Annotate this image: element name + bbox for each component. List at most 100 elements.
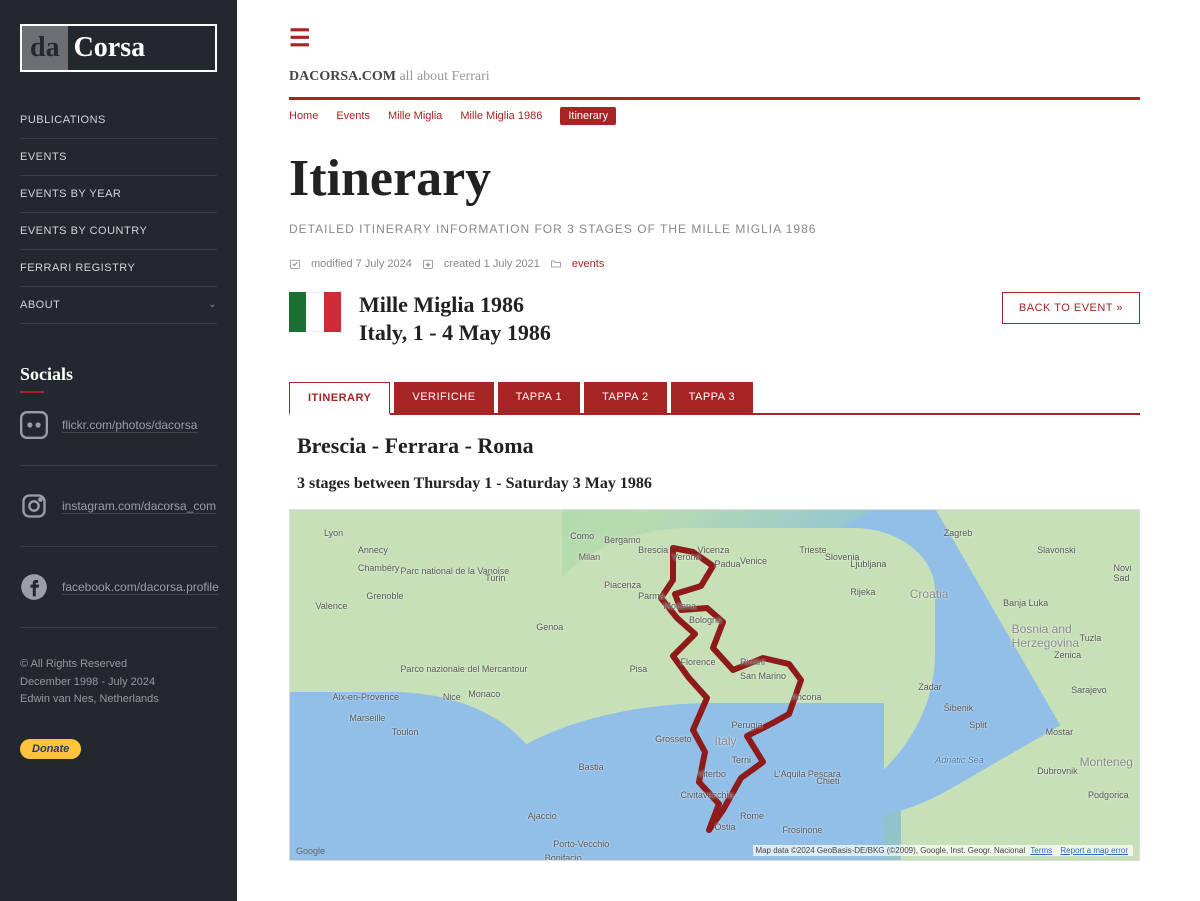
logo[interactable]: da Corsa (20, 24, 217, 72)
hamburger-icon[interactable]: ☰ (289, 24, 1140, 53)
tab-tappa-2[interactable]: TAPPA 2 (584, 382, 667, 413)
meta-row: modified 7 July 2024 created 1 July 2021… (289, 258, 1140, 270)
map-terms-link[interactable]: Terms (1030, 846, 1052, 855)
facebook-icon (20, 573, 48, 601)
breadcrumb: Home Events Mille Miglia Mille Miglia 19… (289, 100, 1140, 135)
map-credit-right: Map data ©2024 GeoBasis-DE/BKG (©2009), … (753, 845, 1133, 856)
page-subtitle: DETAILED ITINERARY INFORMATION FOR 3 STA… (289, 222, 1140, 236)
map-place-label: Brescia (638, 545, 668, 555)
route-path-icon (613, 538, 893, 858)
map-place-label: Viterbo (698, 769, 726, 779)
crumb-events[interactable]: Events (336, 110, 370, 122)
nav-about[interactable]: ABOUT ⌄ (20, 287, 217, 324)
map-place-label: Zagreb (944, 528, 973, 538)
map-place-label: Ostia (715, 822, 736, 832)
map-place-label: Parco nazionale del Mercantour (400, 664, 527, 674)
footer-line1: © All Rights Reserved (20, 656, 217, 674)
map-place-label: Civitavecchia (681, 790, 734, 800)
tab-verifiche[interactable]: VERIFICHE (394, 382, 493, 413)
logo-corsa: Corsa (68, 26, 156, 70)
sidebar: da Corsa PUBLICATIONS EVENTS EVENTS BY Y… (0, 0, 237, 901)
crumb-mille-miglia[interactable]: Mille Miglia (388, 110, 442, 122)
map-place-label: Chambéry (358, 563, 400, 573)
map-place-label: Genoa (536, 622, 563, 632)
social-facebook[interactable]: facebook.com/dacorsa.profile (20, 573, 217, 628)
italy-flag-icon (289, 292, 341, 332)
page-title: Itinerary (289, 149, 1140, 208)
map-place-label: Toulon (392, 727, 419, 737)
map-place-label: Rome (740, 811, 764, 821)
donate-button[interactable]: Donate (20, 739, 81, 759)
nav-label: FERRARI REGISTRY (20, 262, 135, 274)
map-credit-google: Google (296, 846, 325, 856)
map-place-label: Zenica (1054, 650, 1081, 660)
main-nav: PUBLICATIONS EVENTS EVENTS BY YEAR EVENT… (20, 102, 217, 324)
nav-events-by-year[interactable]: EVENTS BY YEAR (20, 176, 217, 213)
map-place-label: Grenoble (366, 591, 403, 601)
route-map[interactable]: LyonAnnecyChambéryGrenobleValenceParc na… (289, 509, 1140, 861)
map-place-label: Como (570, 531, 594, 541)
map-place-label: Perugia (731, 720, 762, 730)
tab-tappa-1[interactable]: TAPPA 1 (498, 382, 581, 413)
back-to-event-button[interactable]: BACK TO EVENT » (1002, 292, 1140, 324)
map-data-text: Map data ©2024 GeoBasis-DE/BKG (©2009), … (755, 846, 1025, 855)
map-place-label: Aix-en-Provence (332, 692, 399, 702)
map-place-label: Rijeka (850, 587, 875, 597)
flickr-icon (20, 411, 48, 439)
map-place-label: San Marino (740, 671, 786, 681)
map-place-label: Turin (485, 573, 505, 583)
itinerary-tabs: ITINERARY VERIFICHE TAPPA 1 TAPPA 2 TAPP… (289, 382, 1140, 415)
map-country-label: Bosnia and Herzegovina (1012, 622, 1139, 650)
map-country-label: Monteneg (1080, 755, 1133, 769)
map-place-label: Trieste (799, 545, 826, 555)
map-place-label: Sarajevo (1071, 685, 1107, 695)
map-report-link[interactable]: Report a map error (1060, 846, 1128, 855)
tab-itinerary[interactable]: ITINERARY (289, 382, 390, 415)
map-place-label: Porto-Vecchio (553, 839, 609, 849)
nav-events[interactable]: EVENTS (20, 139, 217, 176)
event-title: Mille Miglia 1986 (359, 292, 551, 318)
category-link[interactable]: events (572, 258, 604, 270)
logo-da: da (22, 26, 68, 70)
map-sea-label: Adriatic Sea (935, 755, 984, 765)
social-flickr[interactable]: flickr.com/photos/dacorsa (20, 411, 217, 466)
social-link-text: flickr.com/photos/dacorsa (62, 418, 197, 433)
map-place-label: Terni (731, 755, 751, 765)
footer-line2: December 1998 - July 2024 (20, 674, 217, 692)
map-place-label: Florence (681, 657, 716, 667)
crumb-mille-miglia-1986[interactable]: Mille Miglia 1986 (460, 110, 542, 122)
social-link-text: facebook.com/dacorsa.profile (62, 580, 219, 595)
crumb-itinerary: Itinerary (560, 107, 616, 125)
map-place-label: Lyon (324, 528, 343, 538)
map-place-label: Nice (443, 692, 461, 702)
nav-publications[interactable]: PUBLICATIONS (20, 102, 217, 139)
map-place-label: Frosinone (782, 825, 822, 835)
map-place-label: Modena (664, 601, 697, 611)
tab-tappa-3[interactable]: TAPPA 3 (671, 382, 754, 413)
nav-events-by-country[interactable]: EVENTS BY COUNTRY (20, 213, 217, 250)
nav-label: PUBLICATIONS (20, 114, 106, 126)
chevron-down-icon: ⌄ (208, 299, 217, 310)
main-content: ☰ DACORSA.COM all about Ferrari Home Eve… (237, 0, 1200, 901)
map-place-label: Vicenza (698, 545, 730, 555)
map-place-label: Dubrovnik (1037, 766, 1078, 776)
map-place-label: Bergamo (604, 535, 641, 545)
nav-label: EVENTS BY YEAR (20, 188, 121, 200)
map-place-label: Bonifacio (545, 853, 582, 861)
map-place-label: Parma (638, 591, 665, 601)
map-place-label: Banja Luka (1003, 598, 1048, 608)
crumb-home[interactable]: Home (289, 110, 318, 122)
socials-heading: Socials (20, 364, 217, 385)
map-place-label: Zadar (918, 682, 942, 692)
nav-ferrari-registry[interactable]: FERRARI REGISTRY (20, 250, 217, 287)
social-instagram[interactable]: instagram.com/dacorsa_com (20, 492, 217, 547)
map-place-label: Venice (740, 556, 767, 566)
event-header: Mille Miglia 1986 Italy, 1 - 4 May 1986 … (289, 292, 1140, 346)
folder-icon (550, 258, 562, 270)
map-place-label: Verona (672, 552, 701, 562)
map-place-label: Ajaccio (528, 811, 557, 821)
map-place-label: Pisa (630, 664, 648, 674)
nav-label: ABOUT (20, 299, 60, 311)
map-place-label: Šibenik (944, 703, 974, 713)
footer-line3: Edwin van Nes, Netherlands (20, 691, 217, 709)
